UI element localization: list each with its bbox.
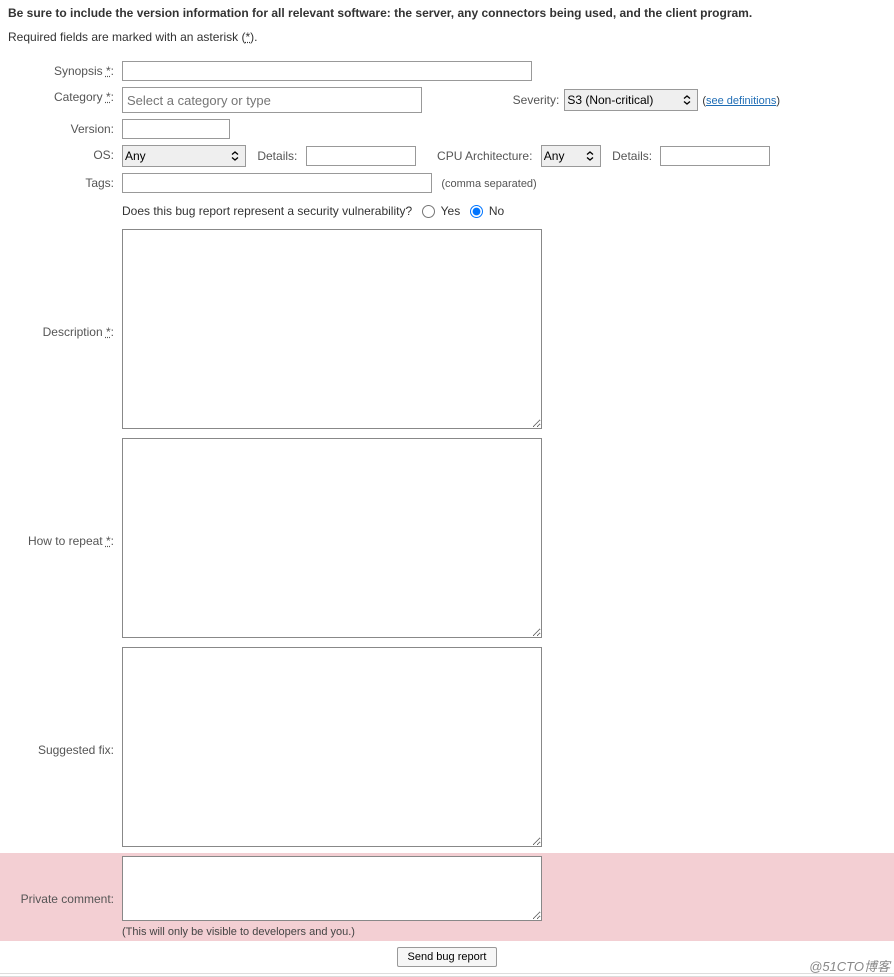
tags-input[interactable] (122, 173, 432, 193)
os-details-label: Details: (249, 149, 302, 163)
category-input[interactable] (122, 87, 422, 113)
suggested-fix-label: Suggested fix: (0, 644, 118, 853)
synopsis-label: Synopsis *: (0, 58, 118, 84)
cpu-label: CPU Architecture: (419, 149, 537, 163)
version-label: Version: (0, 116, 118, 142)
required-fields-note: Required fields are marked with an aster… (0, 26, 894, 58)
os-details-input[interactable] (306, 146, 416, 166)
version-input[interactable] (122, 119, 230, 139)
synopsis-input[interactable] (122, 61, 532, 81)
os-select[interactable]: Any (122, 145, 246, 167)
severity-label: Severity: (505, 93, 565, 107)
os-label: OS: (0, 142, 118, 170)
watermark: @51CTO博客 (809, 956, 890, 975)
version-info-notice: Be sure to include the version informati… (0, 0, 894, 26)
security-question-text: Does this bug report represent a securit… (122, 204, 412, 218)
tags-label: Tags: (0, 170, 118, 196)
how-to-repeat-textarea[interactable] (122, 438, 542, 638)
see-definitions-link[interactable]: see definitions (706, 95, 776, 107)
tags-hint: (comma separated) (435, 178, 536, 190)
yes-label: Yes (441, 204, 461, 218)
description-textarea[interactable] (122, 229, 542, 429)
how-to-repeat-label: How to repeat *: (0, 435, 118, 644)
severity-select[interactable]: S3 (Non-critical) (564, 89, 698, 111)
no-label: No (489, 204, 504, 218)
security-no-radio[interactable] (470, 205, 483, 218)
bug-report-form: Synopsis *: Category *: Severity: S3 (No… (0, 58, 894, 941)
private-hint: (This will only be visible to developers… (122, 924, 890, 938)
security-yes-radio[interactable] (422, 205, 435, 218)
cpu-details-label: Details: (604, 149, 657, 163)
category-label: Category *: (0, 84, 118, 116)
cpu-select[interactable]: Any (541, 145, 601, 167)
private-comment-label: Private comment: (0, 853, 118, 941)
suggested-fix-textarea[interactable] (122, 647, 542, 847)
security-question-row: Does this bug report represent a securit… (122, 199, 890, 223)
description-label: Description *: (0, 226, 118, 435)
submit-row: Send bug report (0, 941, 894, 974)
send-bug-report-button[interactable]: Send bug report (397, 947, 498, 967)
private-comment-textarea[interactable] (122, 856, 542, 921)
cpu-details-input[interactable] (660, 146, 770, 166)
